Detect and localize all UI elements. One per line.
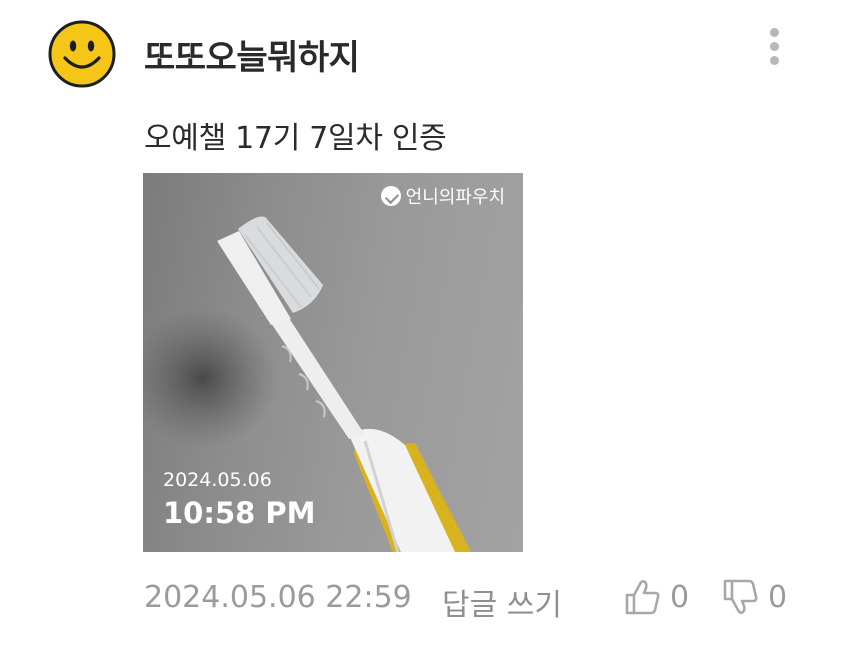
like-count: 0 <box>670 579 690 615</box>
smiley-face-icon <box>48 20 116 88</box>
more-vertical-icon <box>770 28 779 37</box>
like-button[interactable]: 0 <box>624 578 689 616</box>
post-text: 오예챌 17기 7일차 인증 <box>144 121 447 156</box>
watermark-logo-icon <box>380 186 401 206</box>
post-timestamp: 2024.05.06 22:59 <box>144 580 412 615</box>
dislike-button[interactable]: 0 <box>722 578 787 616</box>
thumbs-up-icon <box>625 580 660 615</box>
post-photo[interactable]: 언니의파우치 2024.05.06 10:58 PM <box>143 173 523 552</box>
watermark-text: 언니의파우치 <box>405 187 505 208</box>
photo-time: 10:58 PM <box>163 496 316 530</box>
photo-date: 2024.05.06 <box>163 469 272 491</box>
dislike-count: 0 <box>768 579 788 615</box>
more-options-button[interactable] <box>762 24 788 68</box>
reply-button[interactable]: 답글 쓰기 <box>442 580 562 624</box>
thumbs-down-icon <box>723 579 758 614</box>
author-name[interactable]: 또또오늘뭐하지 <box>144 30 360 79</box>
avatar[interactable] <box>48 20 116 88</box>
watermark: 언니의파우치 <box>380 183 505 209</box>
